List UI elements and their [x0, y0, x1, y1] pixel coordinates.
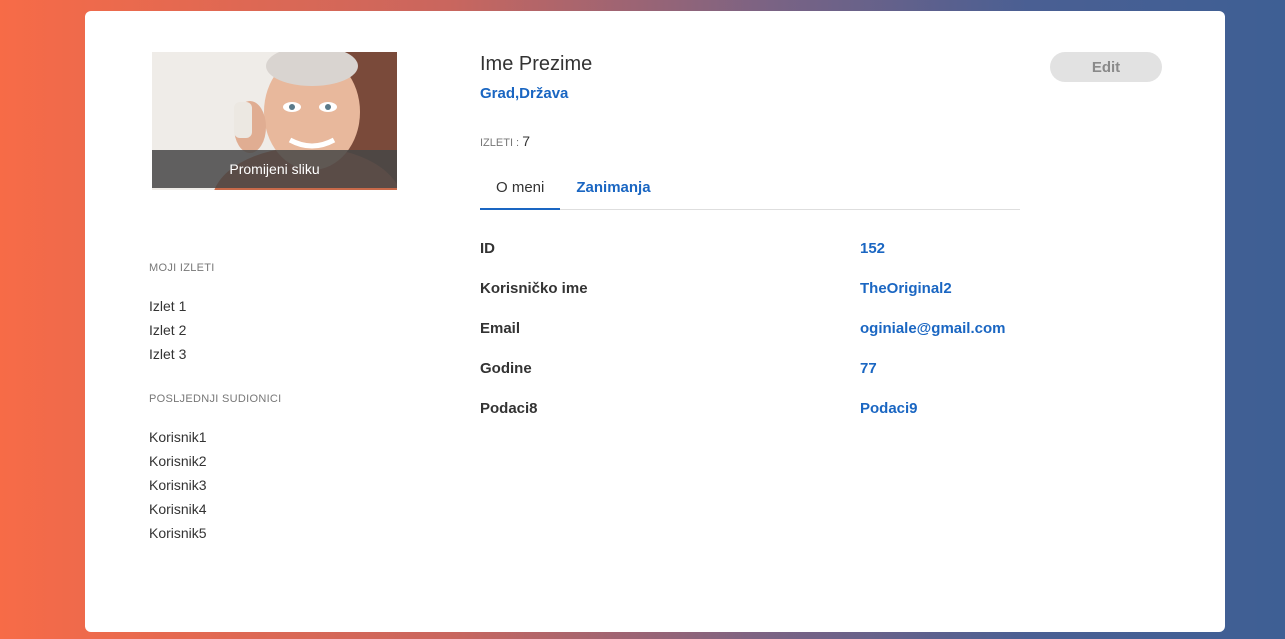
profile-name: Ime Prezime	[480, 53, 593, 75]
info-key: ID	[480, 240, 495, 257]
trips-count-value: 7	[522, 133, 530, 149]
info-row: Korisničko ime TheOriginal2	[480, 279, 1080, 319]
trip-item[interactable]: Izlet 2	[149, 318, 186, 342]
info-row: Email oginiale@gmail.com	[480, 319, 1080, 359]
participant-item[interactable]: Korisnik1	[149, 425, 207, 449]
info-value: 77	[860, 360, 877, 377]
profile-info-table: ID 152 Korisničko ime TheOriginal2 Email…	[480, 239, 1080, 439]
info-key: Korisničko ime	[480, 280, 588, 297]
edit-button[interactable]: Edit	[1050, 52, 1162, 82]
info-key: Podaci8	[480, 400, 538, 417]
profile-location[interactable]: Grad,Država	[480, 85, 568, 102]
info-row: Podaci8 Podaci9	[480, 399, 1080, 439]
my-trips-heading: MOJI IZLETI	[149, 262, 215, 274]
info-value[interactable]: oginiale@gmail.com	[860, 319, 1006, 359]
trips-count-label: IZLETI :	[480, 137, 523, 149]
profile-tabs: O meni Zanimanja	[480, 173, 1020, 210]
recent-participants-heading: POSLJEDNJI SUDIONICI	[149, 393, 282, 405]
participant-item[interactable]: Korisnik2	[149, 449, 207, 473]
info-value: 152	[860, 240, 886, 257]
profile-card: Promijeni sliku MOJI IZLETI Izlet 1 Izle…	[85, 11, 1225, 632]
participant-item[interactable]: Korisnik4	[149, 497, 207, 521]
my-trips-list: Izlet 1 Izlet 2 Izlet 3	[149, 294, 186, 366]
info-row: ID 152	[480, 239, 1080, 279]
trip-item[interactable]: Izlet 3	[149, 342, 186, 366]
info-value: TheOriginal2	[860, 280, 952, 297]
participant-item[interactable]: Korisnik3	[149, 473, 207, 497]
info-row: Godine 77	[480, 359, 1080, 399]
tab-about-me[interactable]: O meni	[480, 173, 561, 210]
profile-photo[interactable]: Promijeni sliku	[152, 52, 397, 190]
info-value: Podaci9	[860, 400, 918, 417]
participant-item[interactable]: Korisnik5	[149, 521, 207, 545]
info-key: Email	[480, 320, 521, 337]
tab-interests[interactable]: Zanimanja	[560, 173, 666, 210]
recent-participants-list: Korisnik1 Korisnik2 Korisnik3 Korisnik4 …	[149, 425, 207, 545]
change-photo-button[interactable]: Promijeni sliku	[152, 150, 397, 188]
trip-item[interactable]: Izlet 1	[149, 294, 186, 318]
info-key: Godine	[480, 360, 532, 377]
trips-count: IZLETI : 7	[480, 133, 530, 151]
